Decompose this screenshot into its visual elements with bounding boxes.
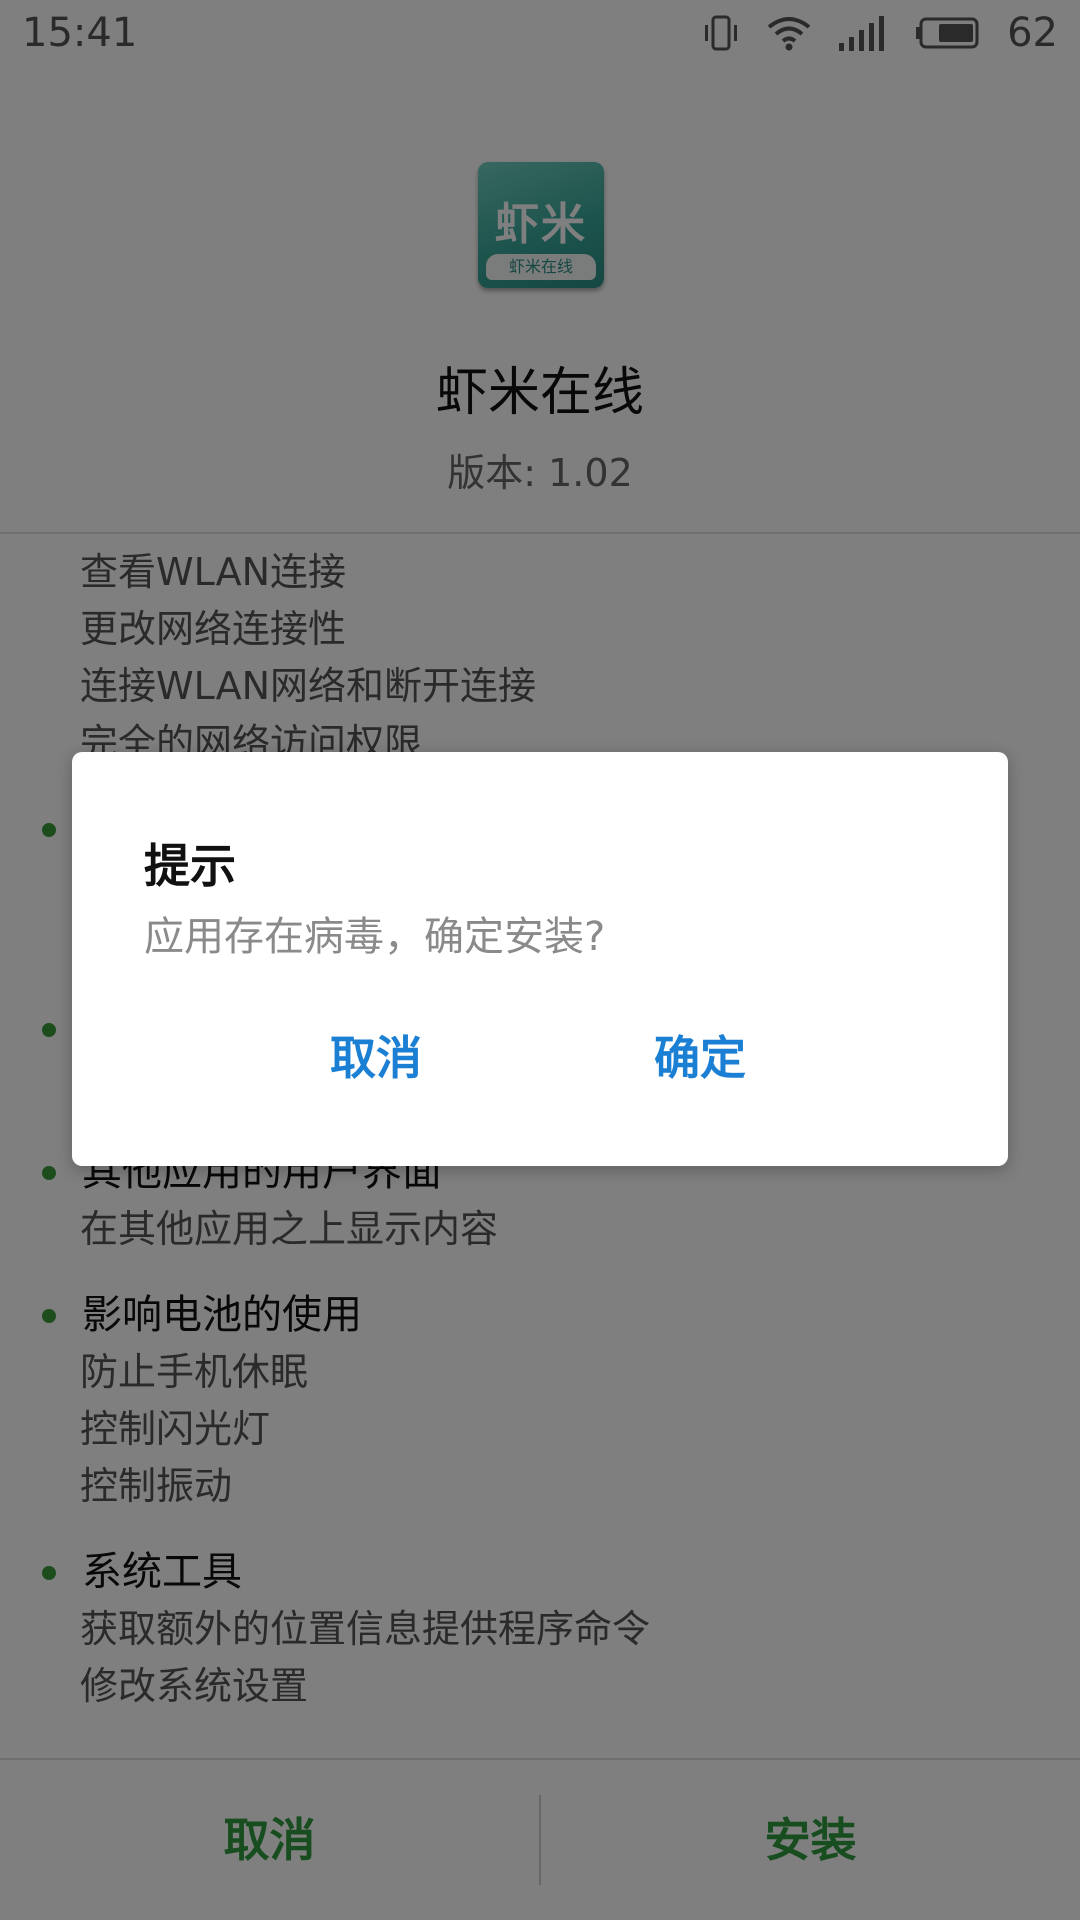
dialog-confirm-button[interactable]: 确定 [654, 1022, 746, 1088]
dialog-title: 提示 [144, 839, 236, 893]
dialog-cancel-button[interactable]: 取消 [330, 1022, 422, 1088]
dialog-message: 应用存在病毒，确定安装? [144, 914, 606, 960]
virus-warning-dialog: 提示 应用存在病毒，确定安装? 取消 确定 [72, 752, 1008, 1166]
